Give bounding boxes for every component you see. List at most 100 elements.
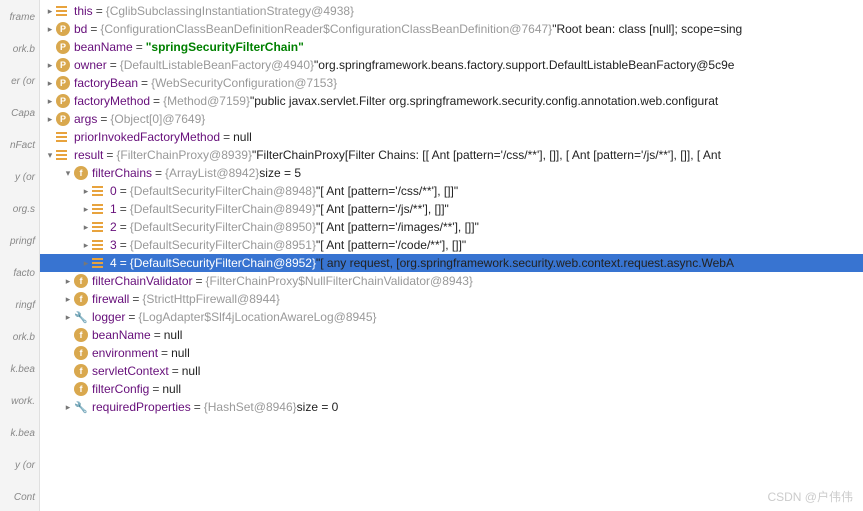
field-icon: f — [74, 292, 88, 306]
var-value: "FilterChainProxy[Filter Chains: [[ Ant … — [252, 148, 721, 162]
tree-row[interactable]: ▸🔧requiredProperties = {HashSet@8946} si… — [40, 398, 863, 416]
field-icon: f — [74, 274, 88, 288]
param-icon: P — [56, 94, 70, 108]
var-value: "[ Ant [pattern='/css/**'], []]" — [316, 184, 458, 198]
tree-row[interactable]: ▸PbeanName = "springSecurityFilterChain" — [40, 38, 863, 56]
tree-row[interactable]: ▸ this = {CglibSubclassingInstantiationSt… — [40, 2, 863, 20]
equals: = — [152, 166, 165, 180]
var-name: 1 — [110, 202, 117, 216]
expand-arrow-icon[interactable]: ▸ — [44, 60, 56, 71]
tree-row[interactable]: ▸fservletContext = null — [40, 362, 863, 380]
var-value: null — [233, 130, 252, 144]
tree-row[interactable]: ▸ffirewall = {StrictHttpFirewall@8944} — [40, 290, 863, 308]
tree-row[interactable]: ▸PfactoryBean = {WebSecurityConfiguratio… — [40, 74, 863, 92]
expand-arrow-icon[interactable]: ▸ — [44, 24, 56, 35]
var-name: priorInvokedFactoryMethod — [74, 130, 220, 144]
tree-row[interactable]: ▸Pargs = {Object[0]@7649} — [40, 110, 863, 128]
tree-row[interactable]: ▸ 1 = {DefaultSecurityFilterChain@8949} "… — [40, 200, 863, 218]
expand-arrow-icon[interactable]: ▸ — [80, 240, 92, 251]
tree-row[interactable]: ▸2 = {DefaultSecurityFilterChain@8950} "… — [40, 218, 863, 236]
tree-row[interactable]: ▸ffilterConfig = null — [40, 380, 863, 398]
expand-arrow-icon[interactable]: ▸ — [80, 204, 92, 215]
equals: = — [103, 148, 116, 162]
var-name: filterConfig — [92, 382, 149, 396]
expand-arrow-icon[interactable]: ▸ — [44, 96, 56, 107]
var-value: null — [182, 364, 201, 378]
tree-row[interactable]: ▸Pbd = {ConfigurationClassBeanDefinition… — [40, 20, 863, 38]
var-name: factoryMethod — [74, 94, 150, 108]
var-value: "public javax.servlet.Filter org.springf… — [250, 94, 718, 108]
value-icon — [92, 238, 106, 252]
type-info: {DefaultSecurityFilterChain@8952} — [130, 256, 316, 270]
var-value: "springSecurityFilterChain" — [146, 40, 304, 54]
param-icon: P — [56, 22, 70, 36]
var-value: "[ Ant [pattern='/images/**'], []]" — [316, 220, 479, 234]
type-info: {WebSecurityConfiguration@7153} — [151, 76, 337, 90]
equals: = — [87, 22, 100, 36]
value-icon — [92, 202, 106, 216]
param-icon: P — [56, 76, 70, 90]
tree-row[interactable]: ▸fenvironment = null — [40, 344, 863, 362]
var-name: beanName — [74, 40, 133, 54]
collapse-arrow-icon[interactable]: ▾ — [62, 168, 74, 179]
var-name: factoryBean — [74, 76, 138, 90]
type-info: {DefaultSecurityFilterChain@8948} — [130, 184, 316, 198]
equals: = — [117, 202, 130, 216]
field-icon: f — [74, 346, 88, 360]
expand-arrow-icon[interactable]: ▸ — [80, 222, 92, 233]
type-info: {ConfigurationClassBeanDefinitionReader$… — [100, 22, 552, 36]
type-info: {DefaultSecurityFilterChain@8949} — [130, 202, 316, 216]
var-value: size = 5 — [259, 166, 301, 180]
equals: = — [129, 292, 142, 306]
expand-arrow-icon[interactable]: ▸ — [44, 114, 56, 125]
equals: = — [150, 94, 163, 108]
tree-row[interactable]: ▸fbeanName = null — [40, 326, 863, 344]
tree-row[interactable]: ▸Powner = {DefaultListableBeanFactory@49… — [40, 56, 863, 74]
var-name: servletContext — [92, 364, 169, 378]
equals: = — [125, 310, 138, 324]
var-value: size = 0 — [297, 400, 339, 414]
var-name: beanName — [92, 328, 151, 342]
expand-arrow-icon[interactable]: ▸ — [62, 402, 74, 413]
expand-arrow-icon[interactable]: ▸ — [80, 258, 92, 269]
var-name: result — [74, 148, 103, 162]
param-icon: P — [56, 58, 70, 72]
type-info: {LogAdapter$Slf4jLocationAwareLog@8945} — [138, 310, 376, 324]
equals: = — [138, 76, 151, 90]
var-value: "[ Ant [pattern='/js/**'], []]" — [316, 202, 449, 216]
var-name: filterChainValidator — [92, 274, 193, 288]
type-info: {Method@7159} — [163, 94, 250, 108]
tree-row[interactable]: ▸3 = {DefaultSecurityFilterChain@8951} "… — [40, 236, 863, 254]
type-info: {CglibSubclassingInstantiationStrategy@4… — [106, 4, 354, 18]
tree-row[interactable]: ▸0 = {DefaultSecurityFilterChain@8948} "… — [40, 182, 863, 200]
expand-arrow-icon[interactable]: ▸ — [62, 312, 74, 323]
expand-arrow-icon[interactable]: ▸ — [44, 6, 56, 17]
field-icon: f — [74, 166, 88, 180]
expand-arrow-icon[interactable]: ▸ — [80, 186, 92, 197]
tree-row[interactable]: ▸🔧logger = {LogAdapter$Slf4jLocationAwar… — [40, 308, 863, 326]
equals: = — [93, 4, 106, 18]
tree-row[interactable]: ▾result = {FilterChainProxy@8939} "Filte… — [40, 146, 863, 164]
tree-row[interactable]: ▸ffilterChainValidator = {FilterChainPro… — [40, 272, 863, 290]
value-icon — [92, 184, 106, 198]
collapse-arrow-icon[interactable]: ▾ — [44, 150, 56, 161]
value-icon — [56, 4, 70, 18]
tree-row[interactable]: ▸priorInvokedFactoryMethod = null — [40, 128, 863, 146]
tree-row[interactable]: ▸PfactoryMethod = {Method@7159} "public … — [40, 92, 863, 110]
variables-tree[interactable]: ▸ this = {CglibSubclassingInstantiationSt… — [40, 0, 863, 511]
param-icon: P — [56, 112, 70, 126]
var-value: null — [164, 328, 183, 342]
tree-row[interactable]: ▸4 = {DefaultSecurityFilterChain@8952} "… — [40, 254, 863, 272]
var-value: "org.springframework.beans.factory.suppo… — [314, 58, 734, 72]
expand-arrow-icon[interactable]: ▸ — [62, 294, 74, 305]
tree-row[interactable]: ▾ffilterChains = {ArrayList@8942} size =… — [40, 164, 863, 182]
expand-arrow-icon[interactable]: ▸ — [62, 276, 74, 287]
value-icon — [92, 256, 106, 270]
equals: = — [117, 220, 130, 234]
expand-arrow-icon[interactable]: ▸ — [44, 78, 56, 89]
var-name: firewall — [92, 292, 129, 306]
equals: = — [149, 382, 162, 396]
var-name: this — [74, 4, 93, 18]
field-icon: f — [74, 364, 88, 378]
var-name: 3 — [110, 238, 117, 252]
